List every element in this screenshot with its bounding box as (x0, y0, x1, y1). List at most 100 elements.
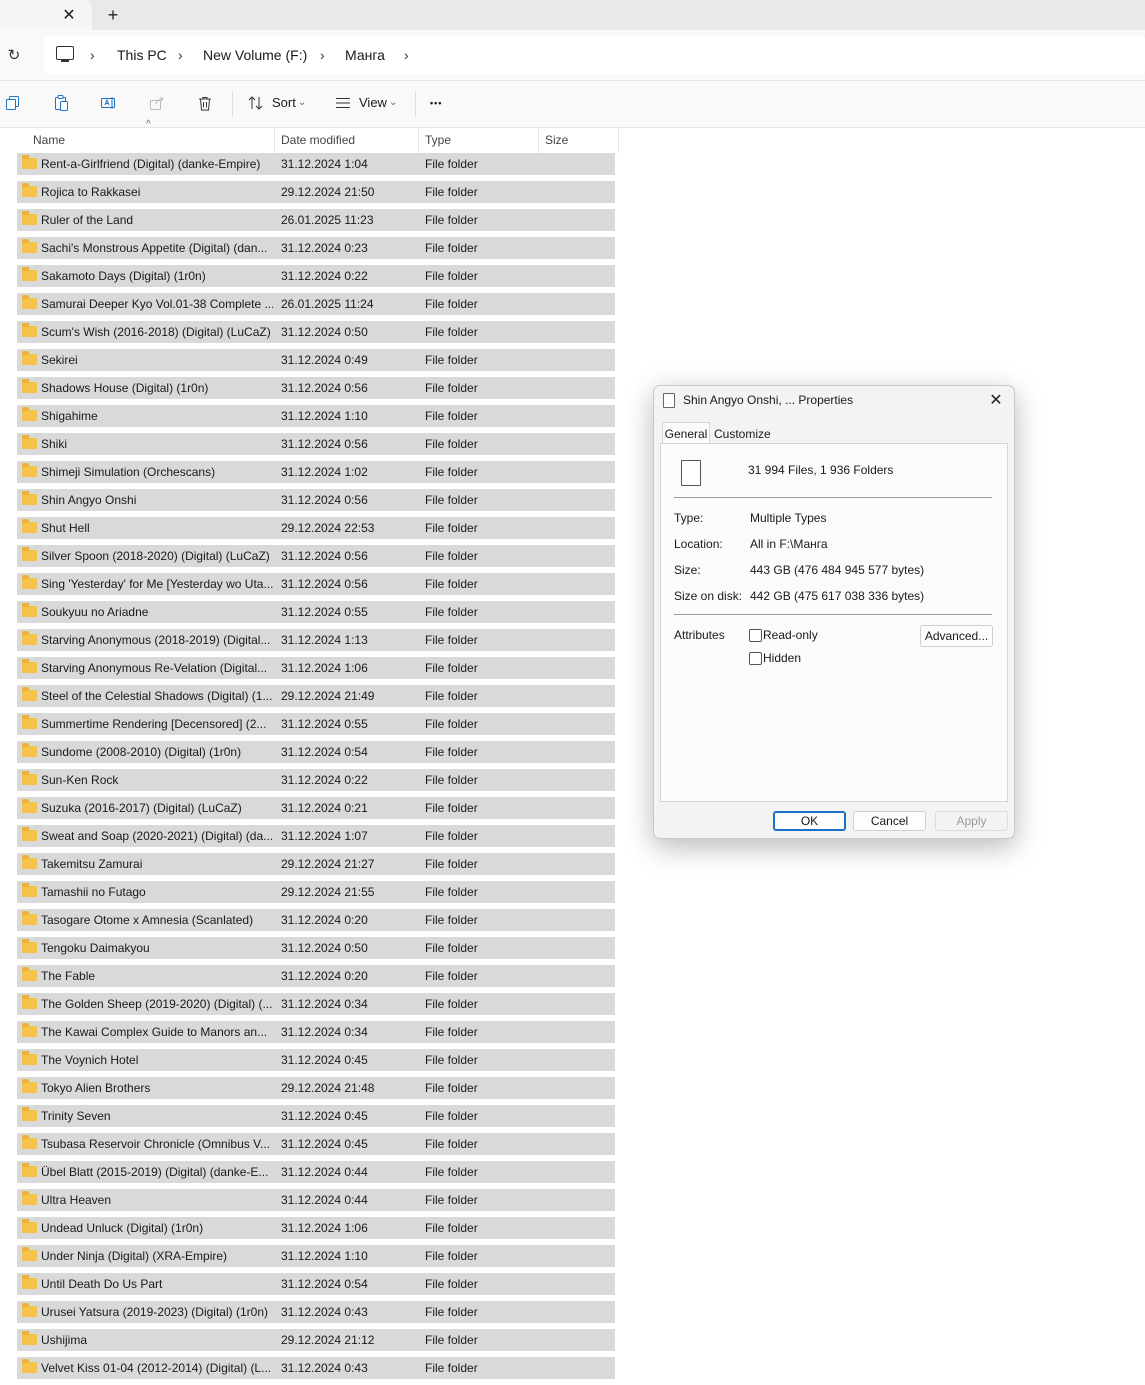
list-item[interactable]: Takemitsu Zamurai 29.12.2024 21:27 File fo… (17, 853, 615, 875)
view-dropdown-chevron-icon[interactable]: ⌄ (389, 93, 397, 113)
date-modified: 31.12.2024 1:10 (281, 409, 368, 423)
view-button[interactable]: View (359, 93, 387, 113)
date-modified: 31.12.2024 1:10 (281, 1249, 368, 1263)
column-header-type[interactable]: Type (425, 127, 451, 153)
column-header-date-modified[interactable]: Date modified (281, 127, 355, 153)
list-item[interactable]: The Fable 31.12.2024 0:20 File folder (17, 965, 615, 987)
column-divider[interactable] (418, 127, 419, 153)
breadcrumb-chevron-icon[interactable]: › (90, 36, 95, 74)
list-item[interactable]: Shimeji Simulation (Orchescans) 31.12.202… (17, 461, 615, 483)
breadcrumb-chevron-icon[interactable]: › (320, 36, 325, 74)
list-item[interactable]: Sundome (2008-2010) (Digital) (1r0n) 31.1… (17, 741, 615, 763)
list-item[interactable]: Soukyuu no Ariadne 31.12.2024 0:55 File fo… (17, 601, 615, 623)
close-icon[interactable]: ✕ (984, 389, 1008, 411)
list-item[interactable]: Shadows House (Digital) (1r0n) 31.12.2024… (17, 377, 615, 399)
list-item[interactable]: Ruler of the Land 26.01.2025 11:23 File fo… (17, 209, 615, 231)
list-item[interactable]: Under Ninja (Digital) (XRA-Empire) 31.12.… (17, 1245, 615, 1267)
list-item[interactable]: Shin Angyo Onshi 31.12.2024 0:56 File fold… (17, 489, 615, 511)
list-item[interactable]: Steel of the Celestial Shadows (Digital)… (17, 685, 615, 707)
cancel-button[interactable]: Cancel (853, 811, 926, 831)
list-item[interactable]: Tokyo Alien Brothers 29.12.2024 21:48 File… (17, 1077, 615, 1099)
sort-icon[interactable] (246, 93, 266, 113)
properties-dialog: Shin Angyo Onshi, ... Properties ✕ Gener… (653, 385, 1015, 839)
breadcrumb-chevron-icon[interactable]: › (178, 36, 183, 74)
list-item[interactable]: Summertime Rendering [Decensored] (2... 3… (17, 713, 615, 735)
folder-icon (22, 1247, 37, 1261)
list-item[interactable]: Rent-a-Girlfriend (Digital) (danke-Empir… (17, 153, 615, 175)
column-header-size[interactable]: Size (545, 127, 568, 153)
list-item[interactable]: Shiki 31.12.2024 0:56 File folder (17, 433, 615, 455)
tab-general[interactable]: General (662, 422, 710, 445)
list-item[interactable]: Samurai Deeper Kyo Vol.01-38 Complete ..… (17, 293, 615, 315)
list-item[interactable]: Silver Spoon (2018-2020) (Digital) (LuCa… (17, 545, 615, 567)
column-divider[interactable] (274, 127, 275, 153)
sort-button[interactable]: Sort (272, 93, 296, 113)
list-item[interactable]: Tasogare Otome x Amnesia (Scanlated) 31.1… (17, 909, 615, 931)
refresh-icon[interactable]: ↻ (5, 46, 23, 64)
advanced-button[interactable]: Advanced... (920, 625, 993, 647)
rename-icon[interactable] (99, 93, 119, 113)
this-pc-icon[interactable] (56, 46, 74, 62)
view-icon[interactable] (333, 93, 353, 113)
sort-dropdown-chevron-icon[interactable]: ⌄ (298, 93, 306, 113)
list-item[interactable]: The Kawai Complex Guide to Manors an... 3… (17, 1021, 615, 1043)
apply-button[interactable]: Apply (935, 811, 1008, 831)
ok-button[interactable]: OK (773, 811, 846, 831)
file-type: File folder (425, 689, 478, 703)
more-options-icon[interactable]: ••• (430, 93, 442, 113)
new-tab-button[interactable]: + (102, 4, 124, 26)
file-type: File folder (425, 1305, 478, 1319)
copy-icon[interactable] (3, 93, 23, 113)
list-item[interactable]: Starving Anonymous (2018-2019) (Digital.… (17, 629, 615, 651)
list-item[interactable]: The Voynich Hotel 31.12.2024 0:45 File fol… (17, 1049, 615, 1071)
column-divider[interactable] (538, 127, 539, 153)
list-item[interactable]: Trinity Seven 31.12.2024 0:45 File folder (17, 1105, 615, 1127)
file-name: Sachi's Monstrous Appetite (Digital) (da… (41, 241, 268, 255)
list-item[interactable]: Tamashii no Futago 29.12.2024 21:55 File f… (17, 881, 615, 903)
list-item[interactable]: Starving Anonymous Re-Velation (Digital.… (17, 657, 615, 679)
list-item[interactable]: Ultra Heaven 31.12.2024 0:44 File folder (17, 1189, 615, 1211)
breadcrumb-this-pc[interactable]: This PC (117, 36, 167, 74)
column-divider[interactable] (618, 127, 619, 153)
list-item[interactable]: Shut Hell 29.12.2024 22:53 File folder (17, 517, 615, 539)
tab-customize[interactable]: Customize (714, 424, 771, 444)
list-item[interactable]: The Golden Sheep (2019-2020) (Digital) (… (17, 993, 615, 1015)
hidden-label[interactable]: Hidden (763, 651, 801, 665)
read-only-label[interactable]: Read-only (763, 628, 818, 642)
list-item[interactable]: Undead Unluck (Digital) (1r0n) 31.12.2024… (17, 1217, 615, 1239)
list-item[interactable]: Rojica to Rakkasei 29.12.2024 21:50 File f… (17, 181, 615, 203)
column-header-name[interactable]: Name (33, 127, 65, 153)
list-item[interactable]: Ushijima 29.12.2024 21:12 File folder (17, 1329, 615, 1351)
close-tab-icon[interactable]: ✕ (58, 4, 80, 26)
file-type: File folder (425, 465, 478, 479)
list-item[interactable]: Scum's Wish (2016-2018) (Digital) (LuCaZ… (17, 321, 615, 343)
list-item[interactable]: Sekirei 31.12.2024 0:49 File folder (17, 349, 615, 371)
list-item[interactable]: Sing 'Yesterday' for Me [Yesterday wo Ut… (17, 573, 615, 595)
breadcrumb-manga[interactable]: Манга (345, 36, 385, 74)
list-item[interactable]: Shigahime 31.12.2024 1:10 File folder (17, 405, 615, 427)
list-item[interactable]: Sachi's Monstrous Appetite (Digital) (da… (17, 237, 615, 259)
list-item[interactable]: Sakamoto Days (Digital) (1r0n) 31.12.2024… (17, 265, 615, 287)
list-item[interactable]: Tsubasa Reservoir Chronicle (Omnibus V..… (17, 1133, 615, 1155)
file-name: Shigahime (41, 409, 98, 423)
read-only-checkbox[interactable] (749, 629, 762, 642)
list-item[interactable]: Sweat and Soap (2020-2021) (Digital) (da… (17, 825, 615, 847)
date-modified: 29.12.2024 21:27 (281, 857, 375, 871)
share-icon[interactable] (147, 93, 167, 113)
folder-icon (22, 743, 37, 757)
list-item[interactable]: Velvet Kiss 01-04 (2012-2014) (Digital) … (17, 1357, 615, 1379)
list-item[interactable]: Tengoku Daimakyou 31.12.2024 0:50 File fol… (17, 937, 615, 959)
paste-icon[interactable] (51, 93, 71, 113)
delete-icon[interactable] (195, 93, 215, 113)
breadcrumb-chevron-icon[interactable]: › (404, 36, 409, 74)
breadcrumb-new-volume[interactable]: New Volume (F:) (203, 36, 307, 74)
list-item[interactable]: Urusei Yatsura (2019-2023) (Digital) (1r… (17, 1301, 615, 1323)
file-type: File folder (425, 1249, 478, 1263)
list-item[interactable]: Sun-Ken Rock 31.12.2024 0:22 File folder (17, 769, 615, 791)
file-name: Shiki (41, 437, 68, 451)
list-item[interactable]: Übel Blatt (2015-2019) (Digital) (danke-… (17, 1161, 615, 1183)
address-bar[interactable]: › This PC › New Volume (F:) › Манга › (44, 36, 1145, 74)
list-item[interactable]: Suzuka (2016-2017) (Digital) (LuCaZ) 31.1… (17, 797, 615, 819)
list-item[interactable]: Until Death Do Us Part 31.12.2024 0:54 Fil… (17, 1273, 615, 1295)
hidden-checkbox[interactable] (749, 652, 762, 665)
